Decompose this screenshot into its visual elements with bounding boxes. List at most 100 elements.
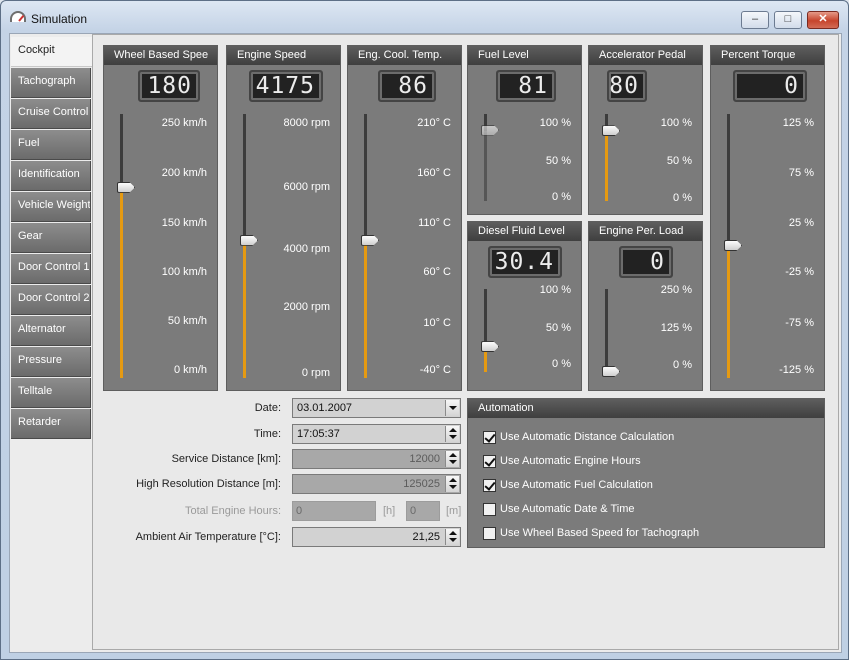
date-picker[interactable]: 03.01.2007 [292,398,461,418]
scale-label: 75 % [788,167,814,179]
scale-label: 0 % [552,358,571,370]
scale-label: 125 % [782,117,814,129]
tab-retarder[interactable]: Retarder [11,409,91,439]
tab-door-control-1[interactable]: Door Control 1 [11,254,91,284]
cockpit-page: Wheel Based Spee 180 250 km/h 200 km/h 150 k… [92,34,839,650]
scale-label: 150 km/h [161,217,207,229]
spinner-icon[interactable] [445,476,459,492]
slider-track[interactable] [120,114,123,378]
service-distance-input[interactable]: 12000 [292,449,461,469]
close-button[interactable]: ✕ [807,11,839,29]
checkbox[interactable] [483,503,496,516]
tab-fuel[interactable]: Fuel [11,130,91,160]
gauge-wheel-based-spee: Wheel Based Spee 180 250 km/h 200 km/h 150 k… [103,45,218,391]
slider-thumb[interactable] [361,234,379,246]
checkbox-label[interactable]: Use Wheel Based Speed for Tachograph [500,527,699,539]
scale-label: 110° C [418,217,451,229]
gauge-engine-speed: Engine Speed 4175 8000 rpm 6000 rpm 4000 rpm… [226,45,341,391]
checkbox-label[interactable]: Use Automatic Engine Hours [500,455,641,467]
checkbox[interactable] [483,527,496,540]
high-resolution-distance-input[interactable]: 125025 [292,474,461,494]
gauge-title: Eng. Cool. Temp. [348,46,461,65]
digital-readout: 30.4 [488,246,562,278]
slider-thumb[interactable] [602,366,620,377]
gauge-title: Fuel Level [468,46,581,65]
scale-label: 4000 rpm [283,243,330,255]
checkbox[interactable] [483,431,496,444]
spinner-icon[interactable] [445,529,459,545]
spinner-icon[interactable] [445,451,459,467]
high-resolution-distance-label: High Resolution Distance [m]: [136,478,281,490]
scale-label: 100 % [539,117,571,129]
slider-fill [364,240,367,378]
slider-thumb[interactable] [724,240,742,251]
digital-readout: 81 [496,70,556,102]
digital-readout: 80 [607,70,647,102]
scale-label: 50 % [545,322,571,334]
scale-label: -75 % [785,317,814,329]
tab-tachograph[interactable]: Tachograph [11,68,91,98]
gauge-eng-cool-temp-: Eng. Cool. Temp. 86 210° C 160° C 110° C 60° … [347,45,462,391]
window-title: Simulation [31,12,88,26]
tab-cockpit[interactable]: Cockpit [11,37,93,67]
chevron-down-icon[interactable] [445,400,459,416]
gauge-diesel-fluid-level: Diesel Fluid Level 30.4 100 % 50 % 0 % [467,221,582,391]
digital-readout: 4175 [249,70,323,102]
checkbox[interactable] [483,479,496,492]
ambient-temperature-input[interactable]: 21,25 [292,527,461,547]
checkbox-label[interactable]: Use Automatic Fuel Calculation [500,479,653,491]
slider-thumb[interactable] [117,181,135,193]
scale-label: 125 % [660,322,692,334]
checkbox-label[interactable]: Use Automatic Date & Time [500,503,635,515]
simulation-window: Simulation – □ ✕ Cockpit Tachograph Cruise… [0,0,849,660]
slider-track[interactable] [243,114,246,378]
digital-readout: 180 [138,70,200,102]
scale-label: 0 rpm [301,367,330,379]
service-distance-label: Service Distance [km]: [171,453,281,465]
slider-thumb[interactable] [240,234,258,246]
tab-alternator[interactable]: Alternator [11,316,91,346]
tab-pressure[interactable]: Pressure [11,347,91,377]
scale-label: 100 % [539,284,571,296]
scale-label: -40° C [419,364,451,376]
high-resolution-distance-value: 125025 [403,478,440,490]
minutes-unit: [m] [446,505,462,517]
digital-readout: 86 [378,70,436,102]
maximize-button[interactable]: □ [774,11,802,29]
scale-label: -25 % [785,266,814,278]
tab-gear[interactable]: Gear [11,223,91,253]
slider-thumb[interactable] [481,341,499,353]
gauge-engine-per-load: Engine Per. Load 0 250 % 125 % 0 % [588,221,703,391]
slider-fill [120,187,123,378]
title-bar[interactable]: Simulation – □ ✕ [1,1,848,33]
slider-track[interactable] [484,289,487,372]
tab-cruise-control[interactable]: Cruise Control [11,99,91,129]
tab-telltale[interactable]: Telltale [11,378,91,408]
slider-thumb[interactable] [481,124,499,136]
slider-fill [605,131,608,201]
gauge-title: Engine Speed [227,46,340,65]
tab-vehicle-weight[interactable]: Vehicle Weight [11,192,91,222]
scale-label: 10° C [423,317,451,329]
gauge-title: Engine Per. Load [589,222,702,241]
gauge-title: Accelerator Pedal [589,46,702,65]
automation-panel: Automation Use Automatic Distance Calcul… [467,398,825,548]
slider-track[interactable] [605,289,608,372]
engine-hours-input[interactable]: 0 [292,501,376,521]
tab-identification[interactable]: Identification [11,161,91,191]
slider-thumb[interactable] [602,125,620,137]
gauge-fuel-level: Fuel Level 81 100 % 50 % 0 % [467,45,582,215]
time-input[interactable]: 17:05:37 [292,424,461,444]
slider-track[interactable] [364,114,367,378]
scale-label: 50 km/h [167,315,207,327]
client-area: Cockpit Tachograph Cruise Control Fuel Ident… [9,33,842,653]
checkbox[interactable] [483,455,496,468]
checkbox-label[interactable]: Use Automatic Distance Calculation [500,431,674,443]
engine-minutes-input[interactable]: 0 [406,501,440,521]
spinner-icon[interactable] [445,426,459,442]
gauge-icon [10,11,26,22]
gauge-title: Diesel Fluid Level [468,222,581,241]
tab-door-control-2[interactable]: Door Control 2 [11,285,91,315]
scale-label: 50 % [545,155,571,167]
minimize-button[interactable]: – [741,11,769,29]
